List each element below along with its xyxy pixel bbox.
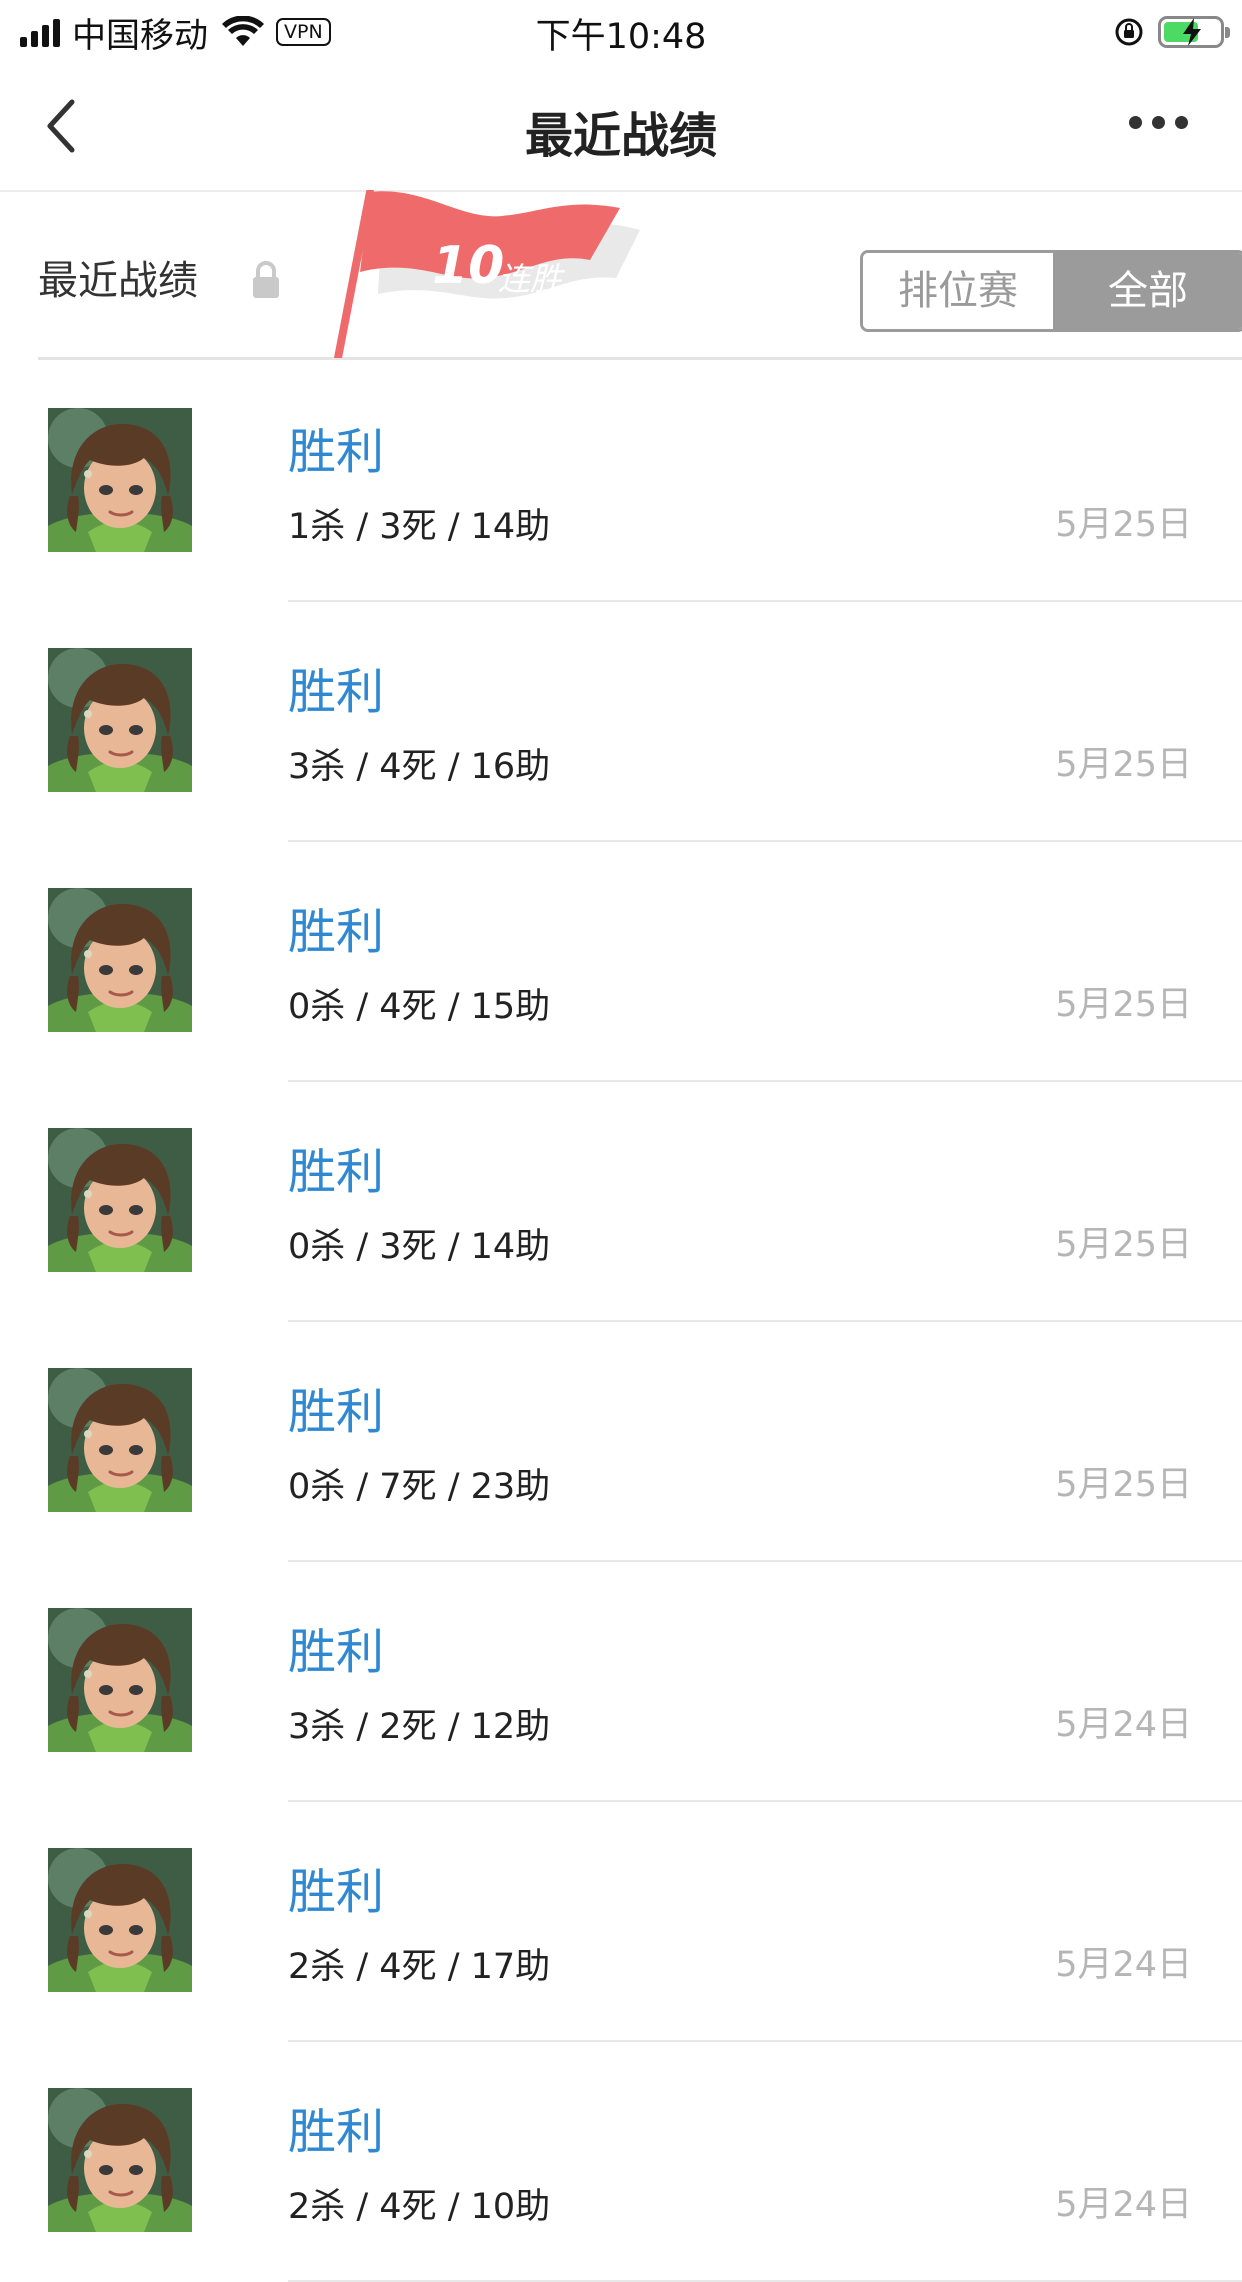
- status-bar: 中国移动 VPN 下午10:48: [0, 0, 1242, 62]
- match-kda: 3杀 / 2死 / 12助: [288, 1707, 551, 1747]
- match-result: 胜利: [288, 1144, 385, 1200]
- win-streak-flag: 10 连胜: [320, 188, 640, 362]
- match-kda: 0杀 / 3死 / 14助: [288, 1227, 551, 1267]
- hero-avatar-icon: [48, 1128, 192, 1272]
- filter-all[interactable]: 全部: [1053, 253, 1242, 329]
- status-time: 下午10:48: [535, 17, 707, 57]
- page-title: 最近战绩: [524, 108, 717, 164]
- lock-icon: [253, 261, 279, 298]
- match-date: 5月24日: [1055, 2185, 1192, 2225]
- match-result: 胜利: [288, 664, 385, 720]
- rotation-lock-icon: [1115, 18, 1143, 46]
- match-result: 胜利: [288, 2104, 385, 2160]
- match-result: 胜利: [288, 424, 385, 480]
- match-type-toggle: 排位赛 全部: [860, 250, 1242, 332]
- hero-avatar-icon: [48, 408, 192, 552]
- hero-avatar-icon: [48, 1368, 192, 1512]
- match-row[interactable]: 胜利 2杀 / 4死 / 10助 5月24日: [0, 2042, 1242, 2282]
- match-list: 胜利 1杀 / 3死 / 14助 5月25日 胜利 3杀 / 4死 / 16助: [0, 362, 1242, 2282]
- section-header: 最近战绩 10 连胜 排位赛 全部: [38, 188, 1242, 362]
- match-row[interactable]: 胜利 0杀 / 4死 / 15助 5月25日: [0, 842, 1242, 1082]
- more-dots-icon[interactable]: [1129, 116, 1188, 129]
- match-kda: 2杀 / 4死 / 17助: [288, 1947, 551, 1987]
- hero-avatar-icon: [48, 888, 192, 1032]
- match-kda: 3杀 / 4死 / 16助: [288, 747, 551, 787]
- match-kda: 1杀 / 3死 / 14助: [288, 507, 551, 547]
- battery-icon: [1158, 16, 1230, 48]
- match-row[interactable]: 胜利 0杀 / 7死 / 23助 5月25日: [0, 1322, 1242, 1562]
- match-date: 5月25日: [1055, 985, 1192, 1025]
- match-kda: 0杀 / 7死 / 23助: [288, 1467, 551, 1507]
- match-row[interactable]: 胜利 0杀 / 3死 / 14助 5月25日: [0, 1082, 1242, 1322]
- hero-avatar-icon: [48, 1608, 192, 1752]
- hero-avatar-icon: [48, 2088, 192, 2232]
- match-row[interactable]: 胜利 2杀 / 4死 / 17助 5月24日: [0, 1802, 1242, 2042]
- hero-avatar-icon: [48, 1848, 192, 1992]
- status-right: [1114, 12, 1230, 52]
- match-result: 胜利: [288, 904, 385, 960]
- match-result: 胜利: [288, 1384, 385, 1440]
- match-date: 5月24日: [1055, 1705, 1192, 1745]
- section-title: 最近战绩: [38, 258, 198, 304]
- match-date: 5月25日: [1055, 1465, 1192, 1505]
- match-kda: 2杀 / 4死 / 10助: [288, 2187, 551, 2227]
- match-row[interactable]: 胜利 3杀 / 2死 / 12助 5月24日: [0, 1562, 1242, 1802]
- match-date: 5月24日: [1055, 1945, 1192, 1985]
- match-row[interactable]: 胜利 3杀 / 4死 / 16助 5月25日: [0, 602, 1242, 842]
- nav-bar: 最近战绩: [0, 62, 1242, 192]
- filter-ranked[interactable]: 排位赛: [863, 253, 1053, 329]
- streak-number: 10: [432, 236, 505, 296]
- match-result: 胜利: [288, 1624, 385, 1680]
- match-kda: 0杀 / 4死 / 15助: [288, 987, 551, 1027]
- match-result: 胜利: [288, 1864, 385, 1920]
- streak-label: 连胜: [498, 260, 563, 298]
- match-date: 5月25日: [1055, 745, 1192, 785]
- match-row[interactable]: 胜利 1杀 / 3死 / 14助 5月25日: [0, 362, 1242, 602]
- match-date: 5月25日: [1055, 1225, 1192, 1265]
- hero-avatar-icon: [48, 648, 192, 792]
- match-date: 5月25日: [1055, 505, 1192, 545]
